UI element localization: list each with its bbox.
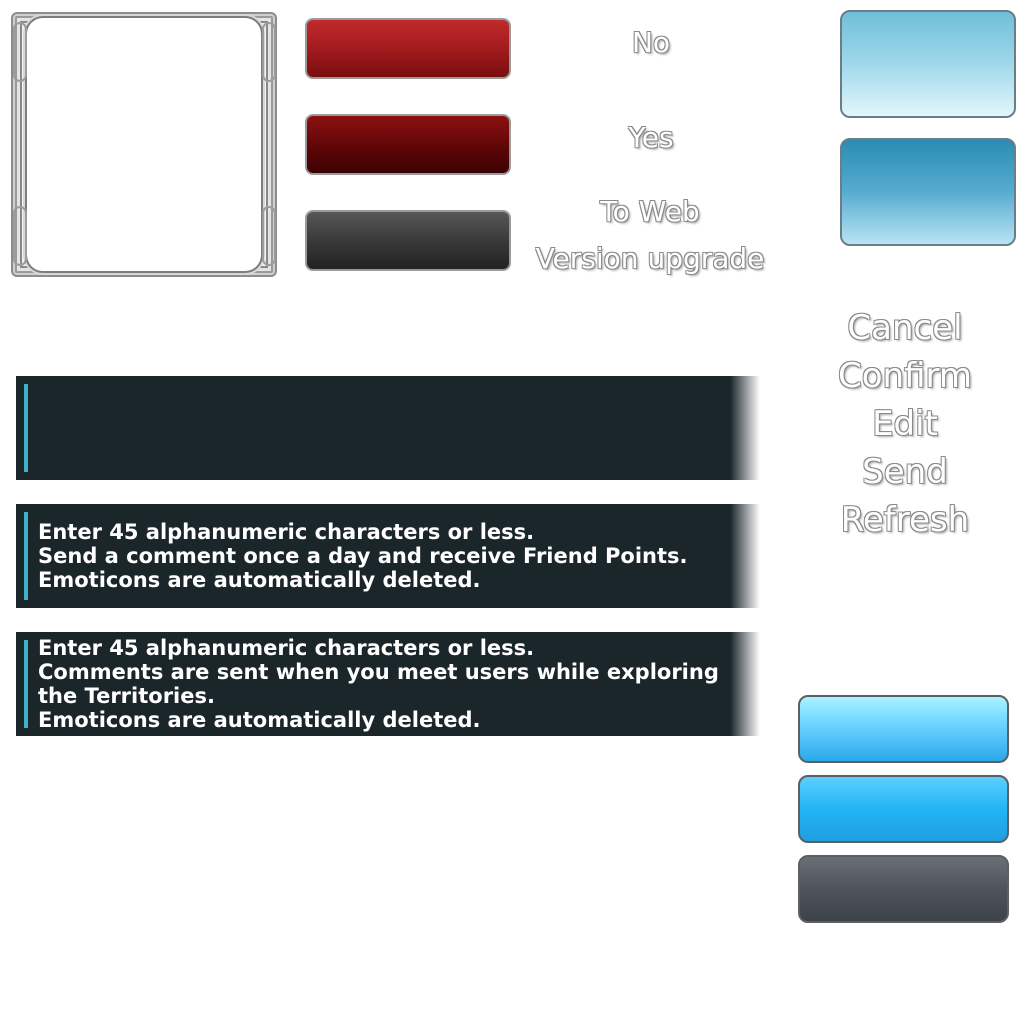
info-line: Emoticons are automatically deleted. [38, 708, 481, 732]
gray-button[interactable] [798, 855, 1009, 923]
comment-info-bar-territories: Enter 45 alphanumeric characters or less… [16, 632, 760, 736]
accent-line [24, 512, 28, 600]
refresh-label: Refresh [840, 500, 970, 540]
accent-line [24, 384, 28, 472]
yes-label: Yes [628, 121, 674, 154]
no-label: No [631, 26, 671, 59]
side-labels: Cancel Confirm Edit Send Refresh [820, 304, 990, 544]
dark-red-button[interactable] [305, 114, 511, 175]
confirm-label: Confirm [837, 356, 972, 396]
cancel-label: Cancel [847, 308, 963, 348]
info-line: the Territories. [38, 684, 215, 708]
info-line: Enter 45 alphanumeric characters or less… [38, 636, 535, 660]
blue-panel[interactable] [840, 138, 1016, 246]
frame-content-area [25, 16, 263, 273]
light-blue-button[interactable] [798, 695, 1009, 763]
info-line: Send a comment once a day and receive Fr… [38, 544, 688, 568]
info-line: Enter 45 alphanumeric characters or less… [38, 520, 535, 544]
accent-line [24, 640, 28, 728]
dark-button[interactable] [305, 210, 511, 271]
red-button[interactable] [305, 18, 511, 79]
frame-ornament-top-left [13, 22, 27, 82]
version-upgrade-label: Version upgrade [535, 242, 765, 275]
edit-label: Edit [872, 404, 938, 444]
info-line: Comments are sent when you meet users wh… [38, 660, 719, 684]
to-web-label: To Web [600, 195, 700, 228]
frame-ornament-bottom-left [13, 206, 27, 266]
frame-ornament-top-right [262, 22, 276, 82]
frame-ornament-bottom-right [262, 206, 276, 266]
comment-info-bar-friend-points: Enter 45 alphanumeric characters or less… [16, 504, 760, 608]
send-label: Send [862, 452, 948, 492]
comment-input-bar-empty[interactable] [16, 376, 760, 480]
bright-blue-button[interactable] [798, 775, 1009, 843]
light-blue-panel[interactable] [840, 10, 1016, 118]
info-line: Emoticons are automatically deleted. [38, 568, 481, 592]
